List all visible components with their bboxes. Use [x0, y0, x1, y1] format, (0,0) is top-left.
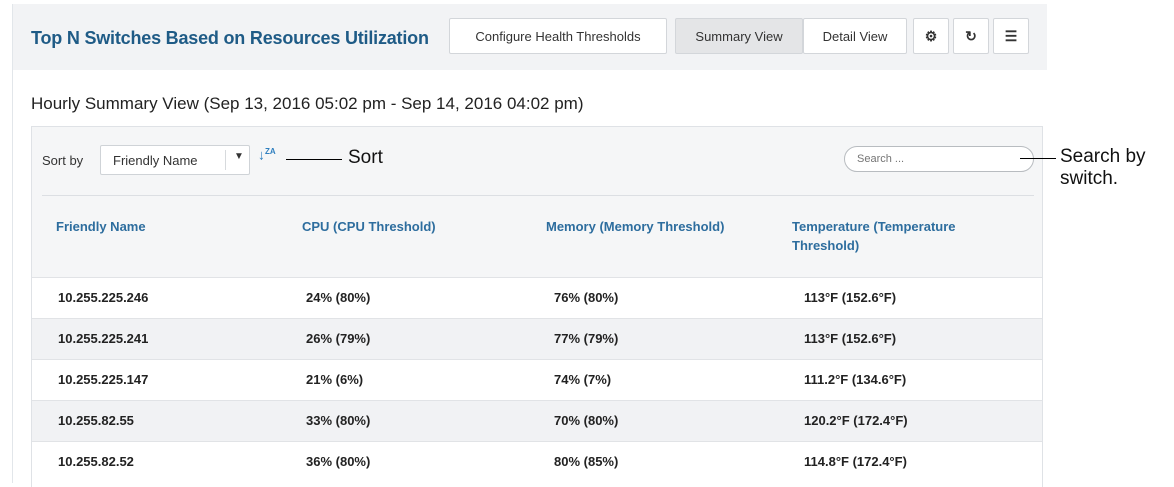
sort-by-label: Sort by — [42, 153, 84, 168]
cell-cpu: 33% (80%) — [306, 413, 371, 428]
chevron-down-icon: ▼ — [234, 151, 244, 162]
cell-friendly-name: 10.255.225.147 — [58, 372, 149, 387]
table-row[interactable]: 10.255.82.55 33% (80%) 70% (80%) 120.2°F… — [32, 400, 1042, 442]
cell-memory: 74% (7%) — [554, 372, 612, 387]
cell-temperature: 113°F (152.6°F) — [804, 290, 897, 305]
table-row[interactable]: 10.255.225.241 26% (79%) 77% (79%) 113°F… — [32, 318, 1042, 360]
toolbar-divider — [42, 195, 1034, 196]
column-header-memory[interactable]: Memory (Memory Threshold) — [546, 217, 724, 236]
column-header-friendly-name[interactable]: Friendly Name — [56, 217, 146, 236]
cell-cpu: 36% (80%) — [306, 454, 371, 469]
cell-memory: 80% (85%) — [554, 454, 619, 469]
table-toolbar: Sort by Friendly Name ▼ ↓ZA Friendly Nam… — [32, 127, 1042, 277]
cell-friendly-name: 10.255.82.52 — [58, 454, 134, 469]
summary-view-button[interactable]: Summary View — [675, 18, 803, 54]
sort-by-select[interactable]: Friendly Name ▼ — [100, 145, 250, 175]
summary-table-card: Sort by Friendly Name ▼ ↓ZA Friendly Nam… — [31, 126, 1043, 487]
table-row[interactable]: 10.255.225.246 24% (80%) 76% (80%) 113°F… — [32, 277, 1042, 319]
menu-button[interactable]: ☰ — [993, 18, 1029, 54]
panel-header: Top N Switches Based on Resources Utiliz… — [13, 4, 1047, 70]
cell-friendly-name: 10.255.82.55 — [58, 413, 134, 428]
detail-view-button[interactable]: Detail View — [803, 18, 907, 54]
gear-icon: ⚙ — [924, 27, 938, 44]
menu-icon: ☰ — [1004, 27, 1018, 44]
settings-button[interactable]: ⚙ — [913, 18, 949, 54]
refresh-button[interactable]: ↻ — [953, 18, 989, 54]
column-header-cpu[interactable]: CPU (CPU Threshold) — [302, 217, 436, 236]
search-input[interactable] — [844, 146, 1034, 172]
cell-friendly-name: 10.255.225.241 — [58, 331, 149, 346]
cell-friendly-name: 10.255.225.246 — [58, 290, 149, 305]
top-n-switches-panel: Top N Switches Based on Resources Utiliz… — [12, 4, 1047, 487]
search-callout-label: Search by switch. — [1060, 146, 1146, 190]
sort-callout-line — [286, 159, 342, 160]
sort-by-value: Friendly Name — [113, 153, 198, 168]
sort-direction-icon[interactable]: ↓ZA — [258, 146, 276, 161]
cell-cpu: 26% (79%) — [306, 331, 371, 346]
search-callout-line — [1020, 158, 1056, 159]
table-row[interactable]: 10.255.82.52 36% (80%) 80% (85%) 114.8°F… — [32, 441, 1042, 483]
table-row[interactable]: 10.255.225.147 21% (6%) 74% (7%) 111.2°F… — [32, 359, 1042, 401]
cell-temperature: 111.2°F (134.6°F) — [804, 372, 907, 387]
refresh-icon: ↻ — [965, 27, 977, 44]
cell-cpu: 21% (6%) — [306, 372, 364, 387]
search-callout-line2: switch. — [1060, 168, 1119, 189]
select-separator — [225, 150, 226, 170]
column-header-temperature[interactable]: Temperature (Temperature Threshold) — [792, 217, 992, 255]
panel-title: Top N Switches Based on Resources Utiliz… — [31, 28, 429, 48]
cell-memory: 70% (80%) — [554, 413, 619, 428]
search-callout-line1: Search by — [1060, 146, 1146, 167]
sort-callout-label: Sort — [348, 147, 383, 168]
cell-temperature: 113°F (152.6°F) — [804, 331, 897, 346]
cell-memory: 77% (79%) — [554, 331, 619, 346]
cell-temperature: 120.2°F (172.4°F) — [804, 413, 908, 428]
cell-cpu: 24% (80%) — [306, 290, 371, 305]
cell-temperature: 114.8°F (172.4°F) — [804, 454, 907, 469]
cell-memory: 76% (80%) — [554, 290, 619, 305]
configure-health-thresholds-button[interactable]: Configure Health Thresholds — [449, 18, 667, 54]
summary-subtitle: Hourly Summary View (Sep 13, 2016 05:02 … — [31, 94, 584, 113]
